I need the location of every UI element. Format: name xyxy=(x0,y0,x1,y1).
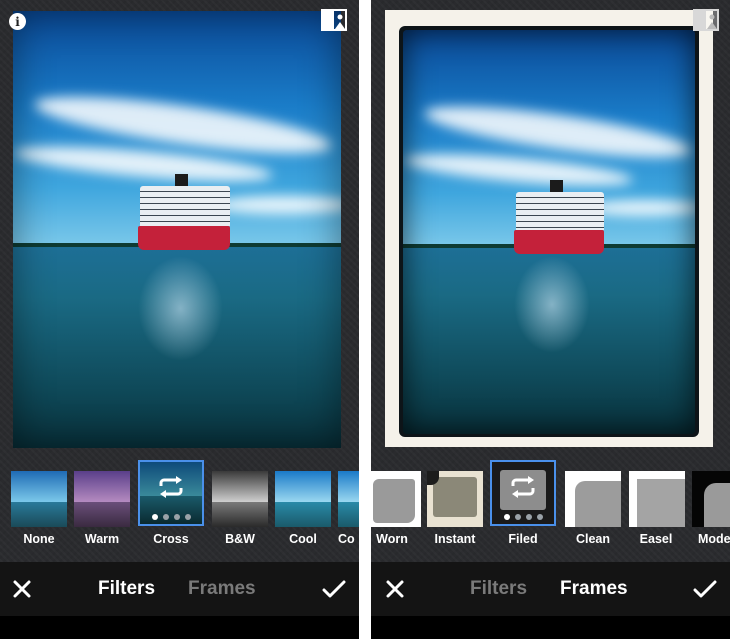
thumb-photo xyxy=(338,471,359,527)
frame-thumb-filed[interactable] xyxy=(490,460,556,526)
filter-thumb-partial[interactable] xyxy=(338,471,359,527)
filter-label-partial: Co xyxy=(338,532,355,546)
thumb-sea xyxy=(11,501,67,527)
variant-dots xyxy=(140,514,202,520)
frame-thumb-mode[interactable] xyxy=(692,471,730,527)
frame-label-mode: Mode xyxy=(698,532,730,546)
thumb-sky xyxy=(74,471,130,502)
filter-thumb-warm[interactable] xyxy=(74,471,130,527)
filters-screen: i None Warm Cross B&W Cool Co Filters Fr… xyxy=(0,0,359,639)
frame-thumb-fill xyxy=(373,479,415,523)
thumb-photo xyxy=(275,471,331,527)
system-nav-area xyxy=(0,616,359,639)
filter-label-cool: Cool xyxy=(289,532,317,546)
close-button[interactable] xyxy=(379,562,411,616)
thumb-photo xyxy=(212,471,268,527)
thumb-sky xyxy=(275,471,331,502)
thumb-sea xyxy=(74,501,130,527)
tab-filters[interactable]: Filters xyxy=(470,562,527,616)
thumb-sea xyxy=(212,501,268,527)
frame-label-easel: Easel xyxy=(639,532,673,546)
filter-label-none: None xyxy=(23,532,55,546)
photo-preview xyxy=(13,11,341,448)
compare-icon[interactable] xyxy=(693,9,719,31)
frame-thumbnail-strip[interactable]: Worn Instant Filed Clean Easel Mode xyxy=(371,459,730,557)
thumb-photo xyxy=(11,471,67,527)
tab-frames[interactable]: Frames xyxy=(560,562,628,616)
tab-frames[interactable]: Frames xyxy=(188,562,256,616)
info-icon[interactable]: i xyxy=(9,13,26,30)
thumb-sky xyxy=(212,471,268,502)
confirm-button[interactable] xyxy=(689,562,721,616)
frame-label-instant: Instant xyxy=(434,532,476,546)
close-icon xyxy=(386,580,404,598)
system-nav-area xyxy=(371,616,730,639)
photo-vignette xyxy=(403,30,695,434)
thumb-sky xyxy=(11,471,67,502)
thumb-sea xyxy=(338,501,359,527)
thumb-sky xyxy=(338,471,359,502)
variant-dot xyxy=(536,514,543,520)
filter-thumb-bw[interactable] xyxy=(212,471,268,527)
filter-label-bw: B&W xyxy=(225,532,255,546)
close-button[interactable] xyxy=(6,562,38,616)
variant-dot xyxy=(162,514,169,520)
filter-thumb-none[interactable] xyxy=(11,471,67,527)
filter-label-cross: Cross xyxy=(153,532,189,546)
frame-thumb-fill xyxy=(637,479,685,527)
thumb-photo xyxy=(74,471,130,527)
framed-photo-preview xyxy=(385,10,713,447)
photo-preview xyxy=(403,30,695,434)
frame-thumb-instant[interactable] xyxy=(427,471,483,527)
variant-dots xyxy=(492,514,554,520)
filter-thumb-cool[interactable] xyxy=(275,471,331,527)
filter-thumb-cross[interactable] xyxy=(138,460,204,526)
compare-icon-glyph xyxy=(693,9,719,31)
bottom-tab-bar: Filters Frames xyxy=(0,562,359,616)
checkmark-icon xyxy=(322,580,346,598)
frame-thumb-easel[interactable] xyxy=(629,471,685,527)
compare-icon[interactable] xyxy=(321,9,347,31)
compare-icon-glyph xyxy=(321,9,347,31)
variant-dot xyxy=(184,514,191,520)
variant-dot xyxy=(151,514,158,520)
variant-dot xyxy=(173,514,180,520)
checkmark-icon xyxy=(693,580,717,598)
repeat-icon[interactable] xyxy=(156,474,186,500)
frame-thumb-fill xyxy=(575,481,621,527)
filter-thumbnail-strip[interactable]: None Warm Cross B&W Cool Co xyxy=(0,459,359,557)
frame-label-worn: Worn xyxy=(376,532,408,546)
bottom-tab-bar: Filters Frames xyxy=(371,562,730,616)
tab-filters[interactable]: Filters xyxy=(98,562,155,616)
variant-dot xyxy=(503,514,510,520)
photo-vignette xyxy=(13,11,341,448)
frame-thumb-fill xyxy=(433,477,477,517)
thumb-sea xyxy=(275,501,331,527)
variant-dot xyxy=(514,514,521,520)
frames-screen: Worn Instant Filed Clean Easel Mode Filt… xyxy=(371,0,730,639)
frame-thumb-clean[interactable] xyxy=(565,471,621,527)
frame-label-filed: Filed xyxy=(508,532,538,546)
confirm-button[interactable] xyxy=(318,562,350,616)
frame-label-clean: Clean xyxy=(575,532,611,546)
variant-dot xyxy=(525,514,532,520)
frame-thumb-worn[interactable] xyxy=(371,471,421,527)
close-icon xyxy=(13,580,31,598)
frame-thumb-fill xyxy=(704,483,730,527)
repeat-icon[interactable] xyxy=(508,474,538,500)
filter-label-warm: Warm xyxy=(84,532,120,546)
